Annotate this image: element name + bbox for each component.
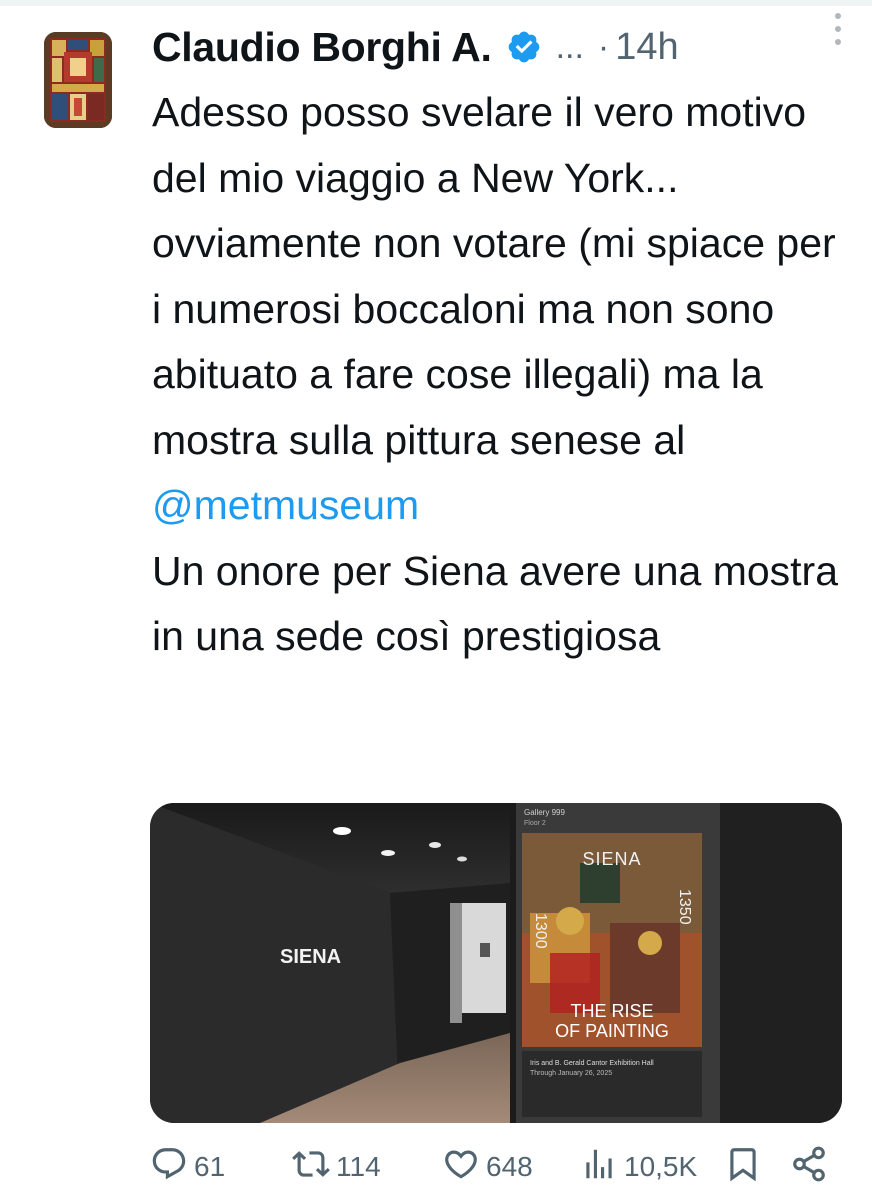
svg-text:SIENA: SIENA [582, 849, 641, 869]
tweet-header: Claudio Borghi A. ... · 14h [152, 18, 852, 76]
svg-text:OF PAINTING: OF PAINTING [555, 1021, 669, 1041]
retweet-button[interactable]: 114 [292, 1145, 381, 1190]
bookmark-button[interactable] [724, 1145, 762, 1190]
mention-link[interactable]: @metmuseum [152, 482, 419, 528]
tweet-text: Adesso posso svelare il vero motivo del … [152, 80, 852, 670]
action-bar: 61 114 648 10,5K [150, 1145, 850, 1189]
svg-text:Through January 26, 2025: Through January 26, 2025 [530, 1070, 612, 1077]
views-button[interactable]: 10,5K [580, 1145, 697, 1190]
like-button[interactable]: 648 [442, 1145, 533, 1190]
svg-text:THE RISE: THE RISE [570, 1001, 653, 1021]
svg-text:1300: 1300 [532, 913, 549, 949]
svg-text:Iris and B. Gerald Cantor Exhi: Iris and B. Gerald Cantor Exhibition Hal… [530, 1060, 654, 1067]
reply-icon [150, 1145, 188, 1190]
svg-text:1350: 1350 [676, 889, 693, 925]
more-options-icon[interactable] [828, 4, 848, 54]
reply-count: 61 [194, 1151, 226, 1182]
views-chart-icon [580, 1145, 618, 1190]
share-button[interactable] [790, 1145, 828, 1190]
tweet-media-photo[interactable]: SIENA Gallery 999 Floor 2 SIENA 1300 135… [150, 803, 842, 1123]
tweet-text-part-1: Adesso posso svelare il vero motivo del … [152, 89, 836, 463]
tweet-text-part-2: Un onore per Siena avere una mostra in u… [152, 547, 839, 660]
retweet-count: 114 [336, 1151, 381, 1182]
avatar-image [44, 32, 112, 128]
verified-badge-icon [506, 29, 542, 65]
views-count: 10,5K [624, 1151, 698, 1182]
wall-siena-text: SIENA [280, 946, 341, 968]
svg-text:Gallery 999: Gallery 999 [524, 808, 565, 817]
avatar[interactable] [44, 32, 112, 128]
bookmark-icon [724, 1145, 762, 1190]
heart-icon [442, 1145, 480, 1190]
handle-truncated: ... [555, 27, 584, 66]
svg-text:Floor 2: Floor 2 [524, 820, 546, 827]
like-count: 648 [486, 1151, 533, 1182]
separator-dot: · [597, 27, 610, 66]
top-divider [0, 0, 872, 6]
retweet-icon [292, 1145, 330, 1190]
reply-button[interactable]: 61 [150, 1145, 225, 1190]
share-icon [790, 1145, 828, 1190]
timestamp[interactable]: 14h [615, 26, 678, 69]
author-name[interactable]: Claudio Borghi A. [152, 24, 492, 71]
